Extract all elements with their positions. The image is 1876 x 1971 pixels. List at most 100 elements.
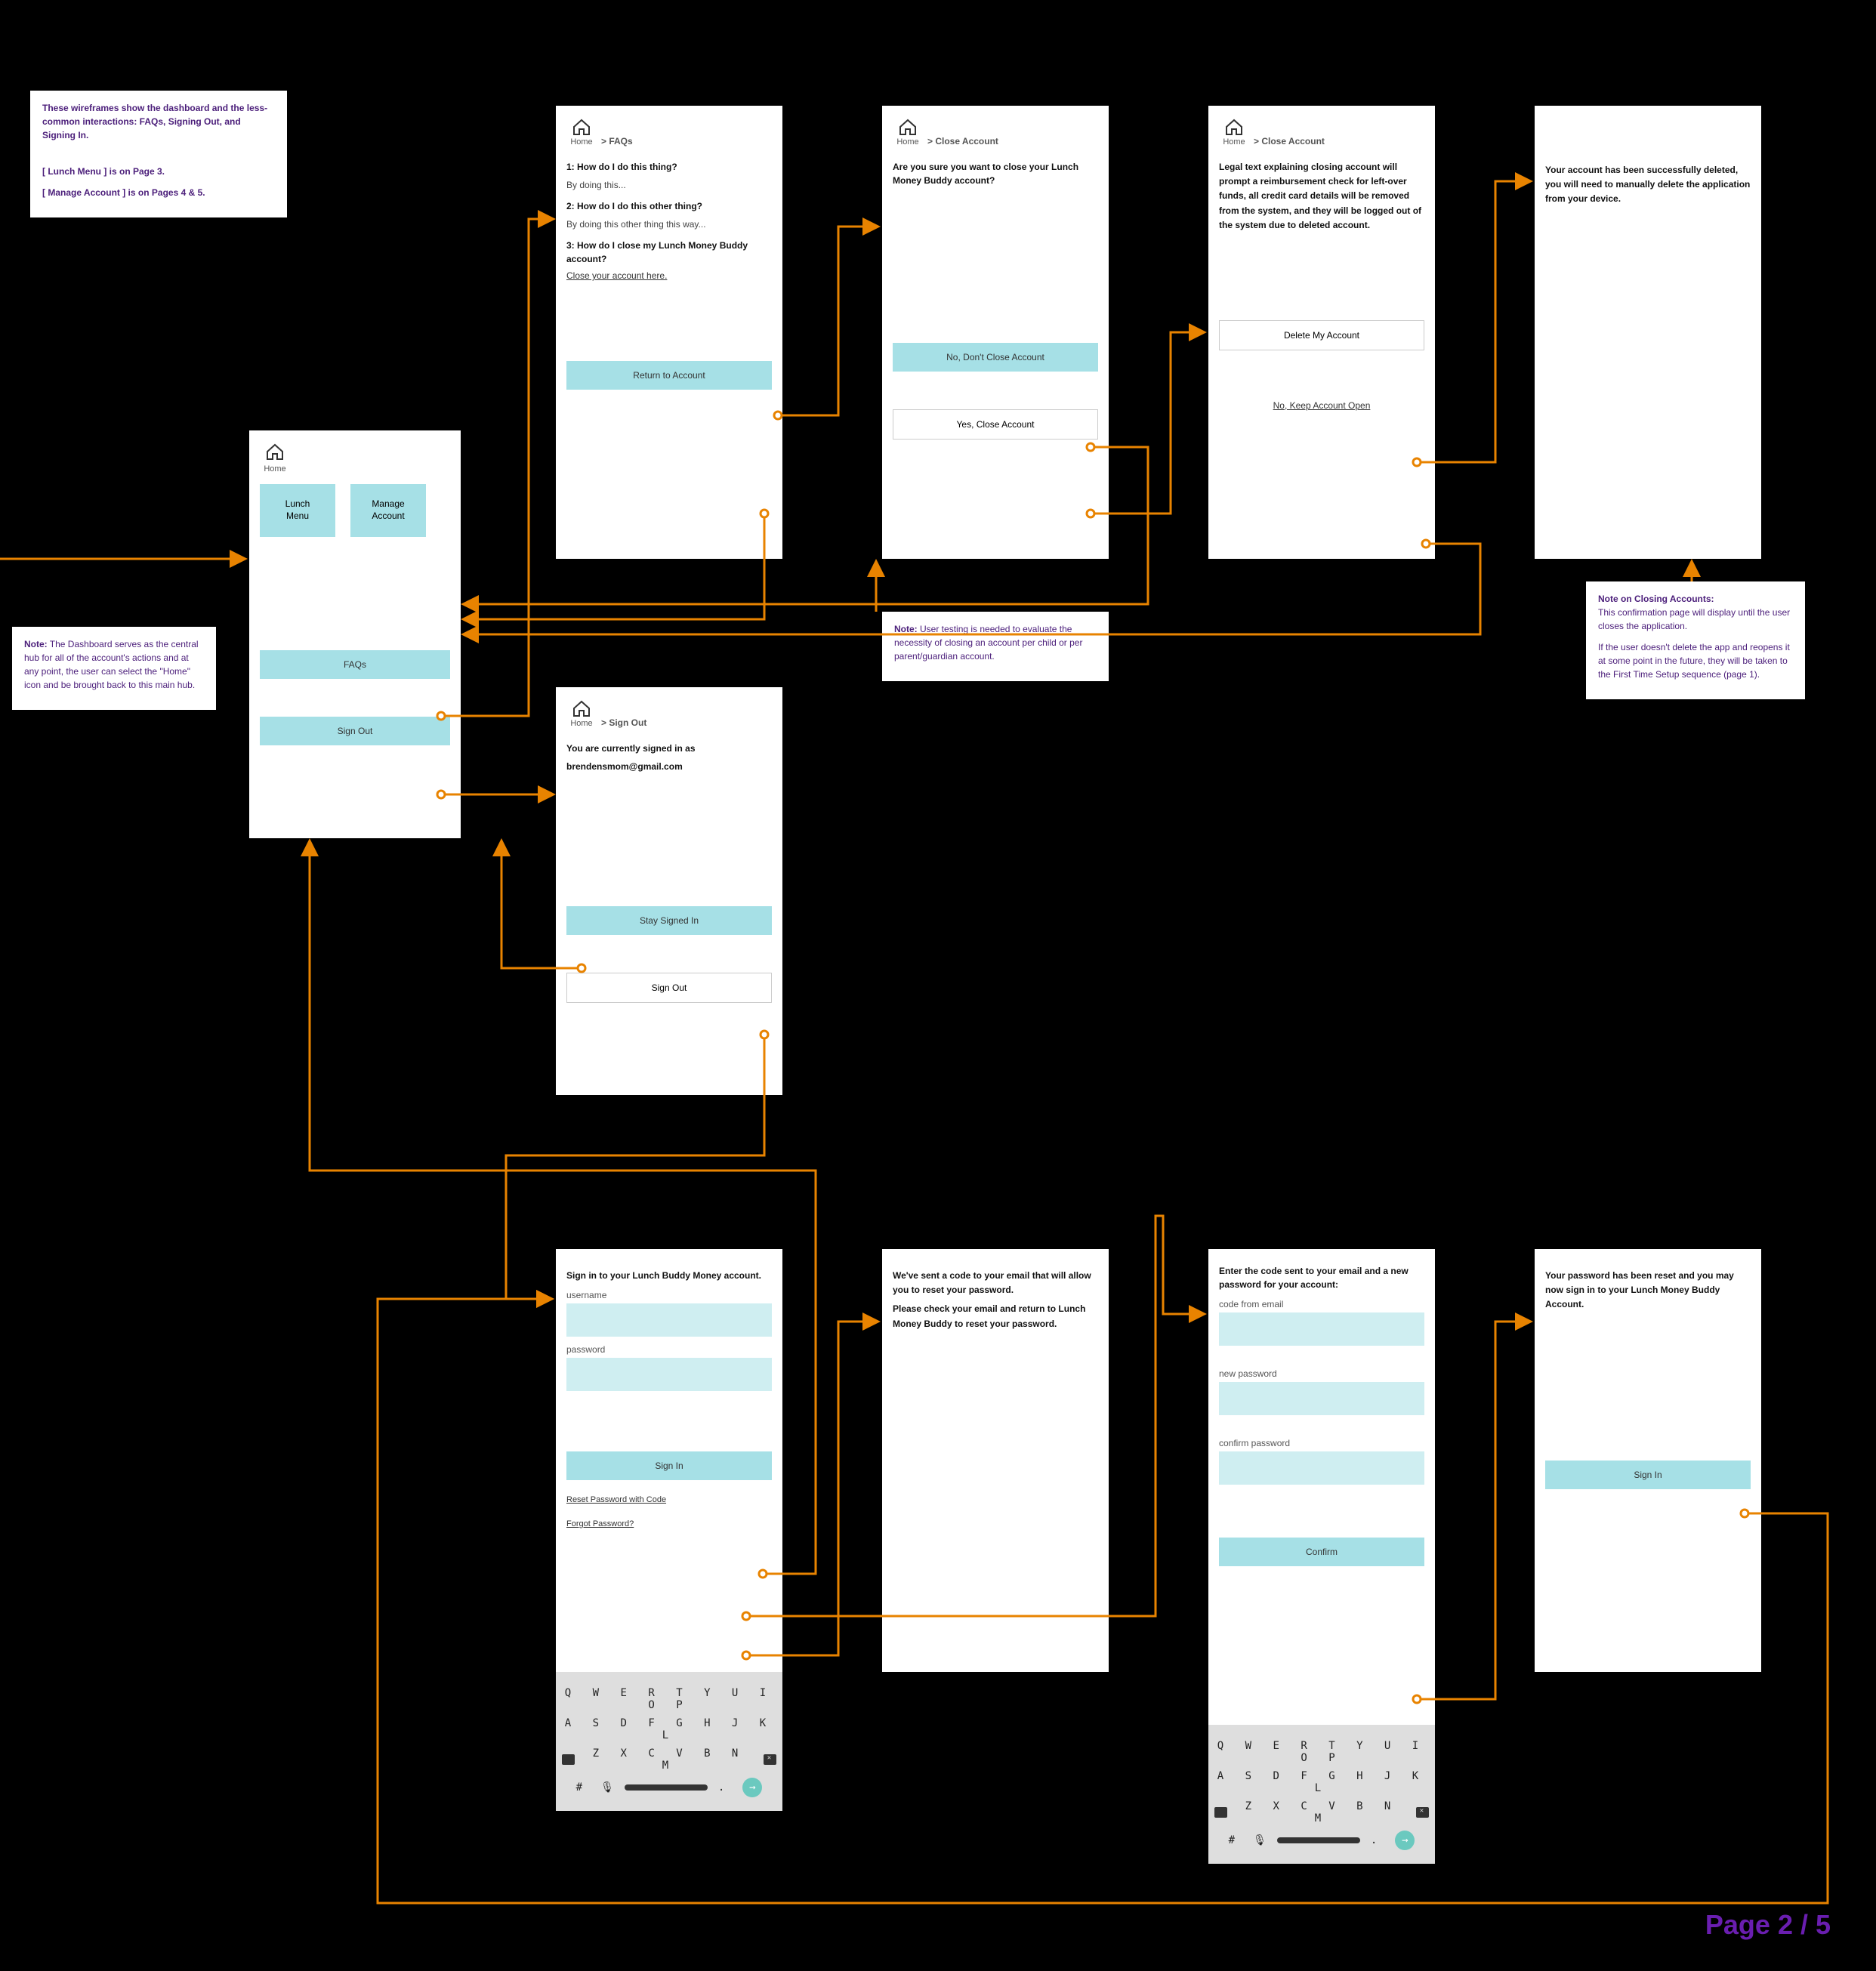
go-button[interactable]: → <box>742 1778 762 1797</box>
home-button[interactable]: Home <box>260 443 290 473</box>
screen-faqs: Home > FAQs 1: How do I do this thing? B… <box>556 106 782 559</box>
note-closing-p1: This confirmation page will display unti… <box>1598 607 1790 631</box>
home-button[interactable]: Home <box>566 118 597 147</box>
tile-manage-account[interactable]: Manage Account <box>350 484 426 537</box>
code-sent-p2: Please check your email and return to Lu… <box>893 1302 1098 1331</box>
backspace-icon[interactable] <box>1416 1807 1429 1818</box>
page-number: Page 2 / 5 <box>1705 1909 1831 1941</box>
return-to-account-button[interactable]: Return to Account <box>566 361 772 390</box>
close-account-link[interactable]: Close your account here. <box>566 270 772 281</box>
signout-line1: You are currently signed in as <box>566 742 772 755</box>
yes-close-label: Yes, Close Account <box>957 419 1035 430</box>
shift-icon[interactable] <box>562 1754 575 1765</box>
code-input[interactable] <box>1219 1312 1424 1346</box>
home-button[interactable]: Home <box>893 118 923 147</box>
shift-icon[interactable] <box>1214 1807 1227 1818</box>
signin-title: Sign in to your Lunch Buddy Money accoun… <box>566 1269 772 1282</box>
username-input[interactable] <box>566 1303 772 1337</box>
note-closing-title: Note on Closing Accounts: <box>1598 594 1714 604</box>
kb-hash[interactable]: # <box>1229 1834 1242 1846</box>
signout-button-label: Sign Out <box>338 726 373 736</box>
kb-hash[interactable]: # <box>576 1781 590 1794</box>
code-sent-p1: We've sent a code to your email that wil… <box>893 1269 1098 1297</box>
faq-q3: 3: How do I close my Lunch Money Buddy a… <box>566 239 772 266</box>
keep-account-open-label: No, Keep Account Open <box>1273 400 1371 411</box>
close-done-text: Your account has been successfully delet… <box>1545 163 1751 207</box>
keep-account-open-link[interactable]: No, Keep Account Open <box>1219 400 1424 411</box>
home-button[interactable]: Home <box>1219 118 1249 147</box>
close-account-link-label: Close your account here. <box>566 270 667 281</box>
page-number-label: Page 2 / 5 <box>1705 1909 1831 1940</box>
home-icon <box>1224 118 1244 136</box>
kb-row2: A S D F G H J K L <box>1214 1770 1429 1794</box>
tile-lunch-label: Lunch Menu <box>285 498 310 522</box>
password-label: password <box>566 1344 772 1355</box>
kb-row1: Q W E R T Y U I O P <box>562 1687 776 1711</box>
yes-close-button[interactable]: Yes, Close Account <box>893 409 1098 440</box>
signin-button[interactable]: Sign In <box>566 1451 772 1480</box>
spacebar[interactable] <box>625 1784 708 1791</box>
keyboard[interactable]: Q W E R T Y U I O P A S D F G H J K L Z … <box>556 1672 782 1811</box>
code-label: code from email <box>1219 1299 1424 1309</box>
note-usertesting-text: User testing is needed to evaluate the n… <box>894 624 1082 662</box>
keyboard[interactable]: Q W E R T Y U I O P A S D F G H J K L Z … <box>1208 1725 1435 1864</box>
screen-close-done: Your account has been successfully delet… <box>1535 106 1761 559</box>
faq-a2: By doing this other thing this way... <box>566 217 772 231</box>
signout-confirm-label: Sign Out <box>652 982 687 993</box>
note-dashboard: Note: The Dashboard serves as the centra… <box>12 627 216 710</box>
screen-signout: Home > Sign Out You are currently signed… <box>556 687 782 1095</box>
home-label: Home <box>570 137 592 147</box>
kb-dot[interactable]: . <box>718 1781 732 1794</box>
confirm-button[interactable]: Confirm <box>1219 1538 1424 1566</box>
screen-close-legal: Home > Close Account Legal text explaini… <box>1208 106 1435 559</box>
signout-email: brendensmom@gmail.com <box>566 760 772 773</box>
go-button[interactable]: → <box>1395 1831 1415 1850</box>
stay-signed-in-button[interactable]: Stay Signed In <box>566 906 772 935</box>
mic-icon[interactable]: 🎙 <box>1253 1834 1267 1846</box>
delete-my-account-label: Delete My Account <box>1284 330 1359 341</box>
backspace-icon[interactable] <box>764 1754 776 1765</box>
faqs-button[interactable]: FAQs <box>260 650 450 679</box>
screen-reset-done: Your password has been reset and you may… <box>1535 1249 1761 1672</box>
mic-icon[interactable]: 🎙 <box>600 1781 614 1794</box>
home-label: Home <box>896 137 918 147</box>
home-label: Home <box>1223 137 1245 147</box>
breadcrumb: > Close Account <box>927 136 998 147</box>
faq-q1: 1: How do I do this thing? <box>566 160 772 174</box>
home-button[interactable]: Home <box>566 699 597 728</box>
tile-lunch-menu[interactable]: Lunch Menu <box>260 484 335 537</box>
spacebar[interactable] <box>1277 1837 1360 1843</box>
close-legal-text: Legal text explaining closing account wi… <box>1219 160 1424 233</box>
reset-done-signin-label: Sign In <box>1634 1470 1662 1480</box>
newpassword-label: new password <box>1219 1368 1424 1379</box>
screen-new-password: Enter the code sent to your email and a … <box>1208 1249 1435 1725</box>
close-confirm-prompt: Are you sure you want to close your Lunc… <box>893 160 1098 187</box>
home-icon <box>898 118 918 136</box>
kb-dot[interactable]: . <box>1371 1834 1384 1846</box>
forgot-password-link[interactable]: Forgot Password? <box>566 1519 772 1528</box>
delete-my-account-button[interactable]: Delete My Account <box>1219 320 1424 350</box>
note-intro-line1: These wireframes show the dashboard and … <box>42 103 267 140</box>
reset-password-code-link[interactable]: Reset Password with Code <box>566 1495 772 1504</box>
kb-row1: Q W E R T Y U I O P <box>1214 1740 1429 1764</box>
signout-confirm-button[interactable]: Sign Out <box>566 973 772 1003</box>
signout-button[interactable]: Sign Out <box>260 717 450 745</box>
no-dont-close-label: No, Don't Close Account <box>946 352 1044 362</box>
home-icon <box>572 118 591 136</box>
reset-done-signin-button[interactable]: Sign In <box>1545 1461 1751 1489</box>
new-password-title: Enter the code sent to your email and a … <box>1219 1264 1424 1291</box>
username-label: username <box>566 1290 772 1300</box>
note-closing-p2: If the user doesn't delete the app and r… <box>1598 642 1790 680</box>
note-intro-line3: [ Manage Account ] is on Pages 4 & 5. <box>42 187 205 198</box>
note-usertesting-label: Note: <box>894 624 918 634</box>
reset-done-text: Your password has been reset and you may… <box>1545 1269 1751 1312</box>
no-dont-close-button[interactable]: No, Don't Close Account <box>893 343 1098 372</box>
password-input[interactable] <box>566 1358 772 1391</box>
stay-signed-in-label: Stay Signed In <box>640 915 699 926</box>
note-dashboard-label: Note: <box>24 639 48 649</box>
confirmpassword-input[interactable] <box>1219 1451 1424 1485</box>
newpassword-input[interactable] <box>1219 1382 1424 1415</box>
confirmpassword-label: confirm password <box>1219 1438 1424 1448</box>
home-label: Home <box>570 719 592 728</box>
confirm-button-label: Confirm <box>1306 1547 1338 1557</box>
